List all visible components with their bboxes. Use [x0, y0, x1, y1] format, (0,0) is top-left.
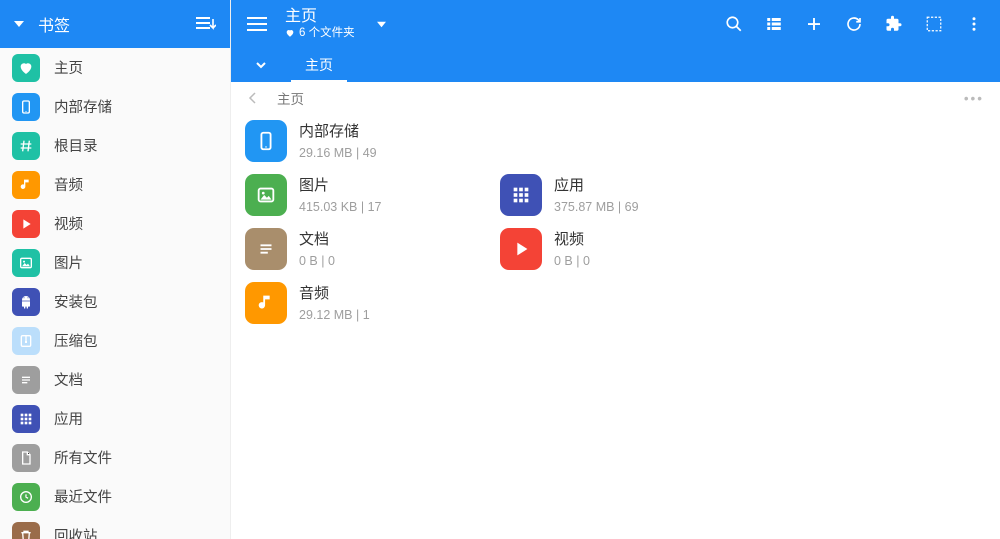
sidebar-item-4[interactable]: 视频: [0, 204, 230, 243]
hamburger-icon[interactable]: [243, 17, 271, 31]
sidebar-item-label: 图片: [54, 252, 83, 273]
apps-icon: [500, 174, 542, 216]
image-icon: [245, 174, 287, 216]
tile-meta: 415.03 KB | 17: [299, 200, 381, 214]
tile-name: 音频: [299, 284, 370, 304]
sort-icon[interactable]: [196, 17, 216, 31]
sidebar-item-label: 回收站: [54, 525, 98, 539]
play-icon: [500, 228, 542, 270]
sidebar-item-label: 主页: [54, 57, 83, 78]
tile-name: 文档: [299, 230, 335, 250]
doc-icon: [12, 366, 40, 394]
play-icon: [12, 210, 40, 238]
sidebar: 书签 主页内部存储根目录音频视频图片安装包压缩包文档应用所有文件最近文件回收站: [0, 0, 231, 539]
phone-icon: [12, 93, 40, 121]
sidebar-item-label: 音频: [54, 174, 83, 195]
tile-meta: 375.87 MB | 69: [554, 200, 639, 214]
tile-0[interactable]: 图片 415.03 KB | 17: [239, 168, 494, 222]
file-icon: [12, 444, 40, 472]
tile-1[interactable]: 应用 375.87 MB | 69: [494, 168, 749, 222]
sidebar-list: 主页内部存储根目录音频视频图片安装包压缩包文档应用所有文件最近文件回收站: [0, 48, 230, 539]
view-list-icon[interactable]: [754, 4, 794, 44]
sidebar-item-3[interactable]: 音频: [0, 165, 230, 204]
tile-name: 应用: [554, 176, 639, 196]
sidebar-item-label: 根目录: [54, 135, 98, 156]
breadcrumb-path[interactable]: 主页: [277, 88, 304, 108]
tile-meta: 0 B | 0: [299, 254, 335, 268]
heart-icon: [12, 54, 40, 82]
refresh-icon[interactable]: [834, 4, 874, 44]
sidebar-item-label: 文档: [54, 369, 83, 390]
tile-meta: 0 B | 0: [554, 254, 590, 268]
sidebar-item-2[interactable]: 根目录: [0, 126, 230, 165]
archive-icon: [12, 327, 40, 355]
sidebar-item-label: 最近文件: [54, 486, 112, 507]
sidebar-header[interactable]: 书签: [0, 0, 230, 48]
appbar-title[interactable]: 主页 6 个文件夹: [285, 8, 714, 40]
tile-3[interactable]: 视频 0 B | 0: [494, 222, 749, 276]
sidebar-item-0[interactable]: 主页: [0, 48, 230, 87]
apps-icon: [12, 405, 40, 433]
music-icon: [12, 171, 40, 199]
overflow-menu-icon[interactable]: [954, 4, 994, 44]
tab-bar: 主页: [231, 48, 1000, 82]
breadcrumb: 主页 •••: [231, 82, 1000, 114]
sidebar-item-6[interactable]: 安装包: [0, 282, 230, 321]
content-row-1: 内部存储 29.16 MB | 49: [239, 114, 992, 168]
music-icon: [245, 282, 287, 324]
sidebar-item-label: 应用: [54, 408, 83, 429]
breadcrumb-back-icon[interactable]: [247, 92, 259, 104]
tile-name: 图片: [299, 176, 381, 196]
caret-down-icon: [14, 19, 24, 29]
main: 主页 6 个文件夹 主页: [231, 0, 1000, 539]
sidebar-item-1[interactable]: 内部存储: [0, 87, 230, 126]
trash-icon: [12, 522, 40, 539]
sidebar-item-12[interactable]: 回收站: [0, 516, 230, 539]
tile-name: 视频: [554, 230, 590, 250]
sidebar-item-9[interactable]: 应用: [0, 399, 230, 438]
clock-icon: [12, 483, 40, 511]
sidebar-item-5[interactable]: 图片: [0, 243, 230, 282]
hash-icon: [12, 132, 40, 160]
tile-primary[interactable]: 内部存储 29.16 MB | 49: [239, 114, 494, 168]
tab-home[interactable]: 主页: [281, 48, 357, 82]
image-icon: [12, 249, 40, 277]
sidebar-item-label: 压缩包: [54, 330, 98, 351]
tile-2[interactable]: 文档 0 B | 0: [239, 222, 494, 276]
tile-4[interactable]: 音频 29.12 MB | 1: [239, 276, 494, 330]
sidebar-title: 书签: [38, 12, 196, 36]
tile-meta: 29.16 MB | 49: [299, 146, 377, 160]
android-icon: [12, 288, 40, 316]
appbar-actions: [714, 4, 994, 44]
sidebar-item-11[interactable]: 最近文件: [0, 477, 230, 516]
appbar-subtitle: 6 个文件夹: [285, 26, 355, 40]
sidebar-item-label: 视频: [54, 213, 83, 234]
sidebar-item-label: 内部存储: [54, 96, 112, 117]
tile-meta: 29.12 MB | 1: [299, 308, 370, 322]
appbar-title-text: 主页: [285, 8, 355, 26]
phone-icon: [245, 120, 287, 162]
content-grid: 图片 415.03 KB | 17 应用 375.87 MB | 69 文档 0…: [239, 168, 992, 330]
search-icon[interactable]: [714, 4, 754, 44]
sidebar-item-label: 安装包: [54, 291, 98, 312]
tab-collapse-icon[interactable]: [241, 48, 281, 82]
breadcrumb-menu-icon[interactable]: •••: [964, 91, 984, 106]
content: 内部存储 29.16 MB | 49 图片 415.03 KB | 17 应用 …: [231, 114, 1000, 539]
sidebar-item-10[interactable]: 所有文件: [0, 438, 230, 477]
sidebar-item-7[interactable]: 压缩包: [0, 321, 230, 360]
add-icon[interactable]: [794, 4, 834, 44]
appbar: 主页 6 个文件夹: [231, 0, 1000, 48]
select-icon[interactable]: [914, 4, 954, 44]
tile-name: 内部存储: [299, 122, 377, 142]
extension-icon[interactable]: [874, 4, 914, 44]
caret-down-icon: [377, 20, 386, 29]
sidebar-item-label: 所有文件: [54, 447, 112, 468]
doc-icon: [245, 228, 287, 270]
sidebar-item-8[interactable]: 文档: [0, 360, 230, 399]
